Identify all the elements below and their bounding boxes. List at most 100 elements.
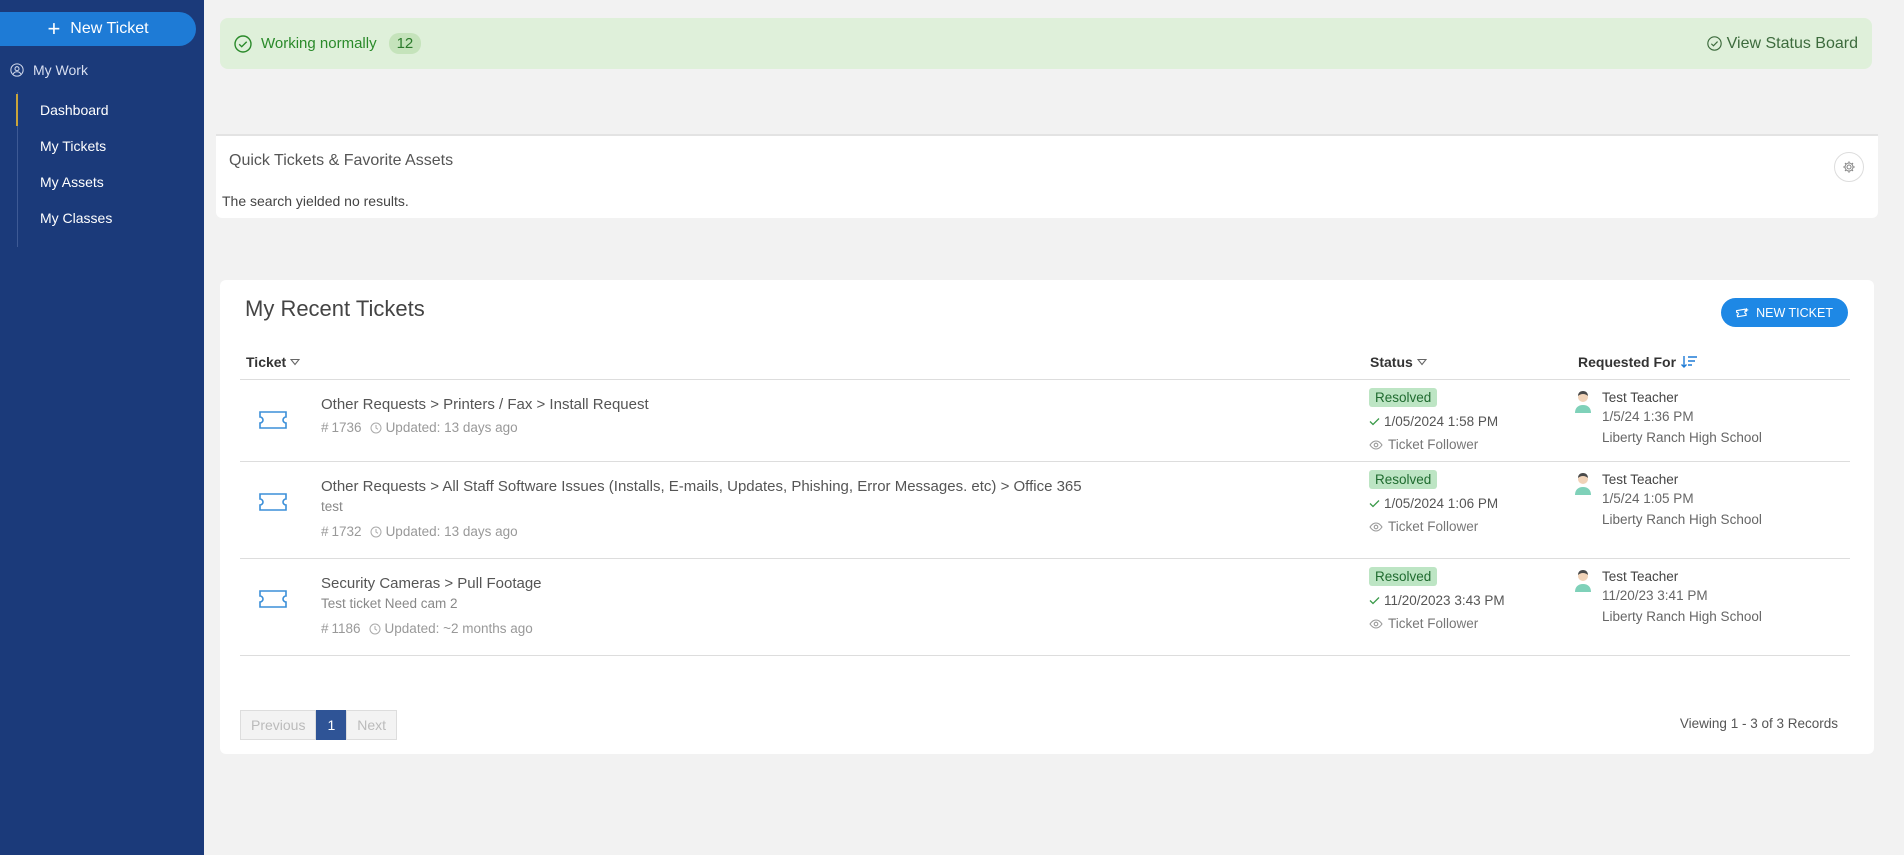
requester-name: Test Teacher — [1602, 390, 1679, 405]
status-badge: Resolved — [1369, 388, 1438, 407]
system-status-bar: Working normally 12 View Status Board — [220, 18, 1872, 69]
ticket-updated: Updated: 13 days ago — [385, 420, 518, 435]
check-icon — [1369, 597, 1380, 605]
records-count: Viewing 1 - 3 of 3 Records — [1679, 716, 1838, 731]
ticket-meta: # 1732 Updated: 13 days ago — [321, 524, 518, 539]
previous-page-button[interactable]: Previous — [240, 710, 317, 740]
ticket-description: test — [321, 499, 343, 514]
avatar — [1575, 473, 1591, 495]
requester-school: Liberty Ranch High School — [1602, 512, 1762, 527]
column-ticket-label: Ticket — [246, 354, 287, 370]
hash-icon: # — [321, 621, 329, 636]
ticket-meta: # 1736 Updated: 13 days ago — [321, 420, 518, 435]
new-ticket-small-button[interactable]: NEW TICKET — [1721, 298, 1848, 327]
next-page-button[interactable]: Next — [346, 710, 398, 740]
user-circle-icon — [10, 63, 24, 77]
resolved-date-text: 1/05/2024 1:58 PM — [1384, 414, 1499, 429]
ticket-updated: Updated: ~2 months ago — [384, 621, 533, 636]
page-1-button[interactable]: 1 — [316, 710, 347, 740]
eye-icon — [1369, 618, 1383, 629]
status-count-badge: 12 — [388, 33, 422, 54]
pagination: Previous 1 Next — [240, 710, 398, 740]
eye-icon — [1369, 439, 1383, 450]
new-ticket-label: New Ticket — [70, 20, 149, 37]
table-header: Ticket Status Requested For — [240, 350, 1850, 380]
follower-label: Ticket Follower — [1369, 616, 1478, 631]
sidebar-item-my-tickets[interactable]: My Tickets — [40, 138, 106, 154]
my-work-section[interactable]: My Work — [10, 62, 88, 78]
ticket-icon — [259, 411, 287, 429]
clock-icon — [370, 526, 382, 537]
follower-text: Ticket Follower — [1388, 519, 1479, 534]
sidebar: + New Ticket My Work Dashboard My Ticket… — [0, 0, 204, 855]
eye-icon — [1369, 521, 1383, 532]
ticket-updated: Updated: 13 days ago — [385, 524, 518, 539]
ticket-path-link[interactable]: Other Requests > Printers / Fax > Instal… — [321, 396, 649, 413]
resolved-date: 1/05/2024 1:58 PM — [1369, 414, 1498, 429]
follower-label: Ticket Follower — [1369, 519, 1478, 534]
avatar — [1575, 570, 1591, 592]
ticket-icon — [259, 590, 287, 608]
check-icon — [1369, 500, 1380, 508]
requester-school: Liberty Ranch High School — [1602, 609, 1762, 624]
requester-name: Test Teacher — [1602, 569, 1679, 584]
check-circle-icon — [234, 34, 252, 53]
hash-icon: # — [321, 420, 329, 435]
resolved-date: 11/20/2023 3:43 PM — [1369, 593, 1505, 608]
requested-date: 1/5/24 1:36 PM — [1602, 409, 1694, 424]
sort-desc-icon — [1681, 356, 1698, 368]
clock-icon — [370, 422, 382, 433]
recent-tickets-panel: My Recent Tickets NEW TICKET Ticket Stat… — [220, 280, 1874, 754]
requested-date: 11/20/23 3:41 PM — [1602, 588, 1708, 603]
ticket-icon — [259, 493, 287, 511]
requested-date: 1/5/24 1:05 PM — [1602, 491, 1694, 506]
sidebar-item-my-classes[interactable]: My Classes — [40, 210, 112, 226]
quick-tickets-panel: Quick Tickets & Favorite Assets The sear… — [216, 134, 1878, 218]
sidebar-item-my-assets[interactable]: My Assets — [40, 174, 104, 190]
filter-down-icon — [290, 358, 301, 366]
resolved-date: 1/05/2024 1:06 PM — [1369, 496, 1498, 511]
sidebar-item-dashboard[interactable]: Dashboard — [40, 102, 109, 118]
column-requested-for[interactable]: Requested For — [1578, 354, 1698, 370]
new-ticket-button[interactable]: + New Ticket — [0, 12, 196, 46]
my-work-label: My Work — [33, 62, 88, 78]
ticket-meta: # 1186 Updated: ~2 months ago — [321, 621, 533, 636]
gear-icon — [1843, 161, 1855, 173]
column-ticket[interactable]: Ticket — [246, 354, 301, 370]
avatar — [1575, 391, 1591, 413]
table-row[interactable]: Other Requests > Printers / Fax > Instal… — [240, 380, 1850, 462]
ticket-number: 1732 — [331, 524, 362, 539]
resolved-date-text: 1/05/2024 1:06 PM — [1384, 496, 1499, 511]
empty-results-text: The search yielded no results. — [222, 193, 409, 209]
ticket-path-link[interactable]: Other Requests > All Staff Software Issu… — [321, 478, 1082, 495]
ticket-description: Test ticket Need cam 2 — [321, 596, 458, 611]
settings-button[interactable] — [1834, 152, 1864, 182]
ticket-number: 1186 — [331, 621, 361, 636]
view-status-board-link[interactable]: View Status Board — [1706, 34, 1858, 53]
column-requested-for-label: Requested For — [1578, 354, 1677, 370]
clock-icon — [369, 623, 381, 634]
status-text: Working normally — [261, 35, 377, 52]
status-badge: Resolved — [1369, 567, 1438, 586]
follower-label: Ticket Follower — [1369, 437, 1478, 452]
follower-text: Ticket Follower — [1388, 616, 1479, 631]
column-status-label: Status — [1370, 354, 1413, 370]
resolved-date-text: 11/20/2023 3:43 PM — [1384, 593, 1505, 608]
column-status[interactable]: Status — [1370, 354, 1427, 370]
requester-name: Test Teacher — [1602, 472, 1679, 487]
hash-icon: # — [321, 524, 329, 539]
ticket-number: 1736 — [331, 420, 362, 435]
view-status-board-label: View Status Board — [1726, 34, 1858, 52]
ticket-plus-icon — [1736, 307, 1749, 317]
table-row[interactable]: Other Requests > All Staff Software Issu… — [240, 462, 1850, 559]
plus-icon: + — [47, 16, 61, 41]
ticket-path-link[interactable]: Security Cameras > Pull Footage — [321, 575, 542, 592]
follower-text: Ticket Follower — [1388, 437, 1479, 452]
main-content: Working normally 12 View Status Board Qu… — [204, 0, 1904, 855]
quick-panel-title: Quick Tickets & Favorite Assets — [229, 152, 454, 169]
status-badge: Resolved — [1369, 470, 1438, 489]
check-circle-icon — [1706, 36, 1722, 51]
requester-school: Liberty Ranch High School — [1602, 430, 1762, 445]
table-row[interactable]: Security Cameras > Pull Footage Test tic… — [240, 559, 1850, 656]
recent-tickets-title: My Recent Tickets — [245, 296, 425, 321]
